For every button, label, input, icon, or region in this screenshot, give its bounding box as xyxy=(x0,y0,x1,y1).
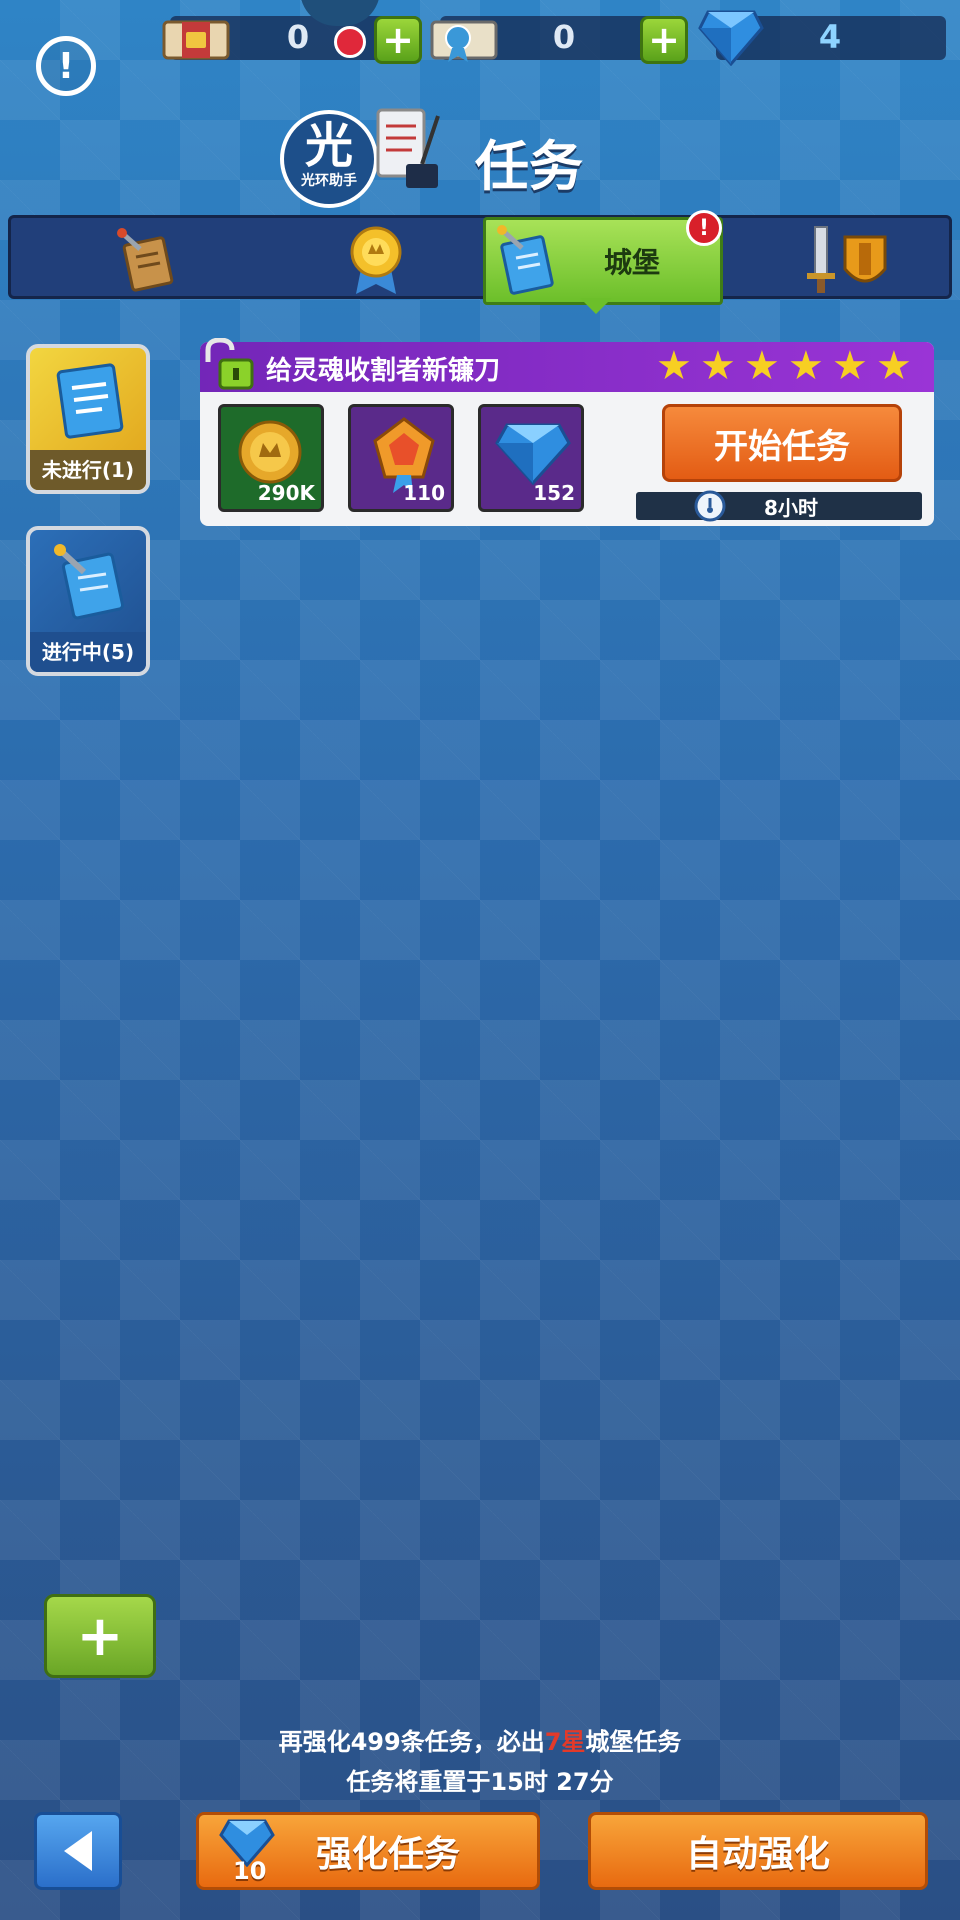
upgrade-prefix: 再强化499条任务，必出 xyxy=(278,1728,545,1756)
castle-quest-icon xyxy=(54,544,125,620)
quest-scroll-icon xyxy=(117,228,174,292)
watermark-logo: 光 光环助手 xyxy=(280,110,378,208)
diamond-icon xyxy=(495,423,571,486)
unlock-icon xyxy=(205,338,254,390)
tab-achievement-quests[interactable] xyxy=(301,218,451,302)
medal-count: 0 xyxy=(552,18,576,56)
gem-count: 4 xyxy=(818,18,842,56)
castle-quest-icon xyxy=(497,225,554,295)
clock-icon xyxy=(694,490,726,522)
upgrade-suffix: 城堡任务 xyxy=(585,1728,682,1756)
reward-medal-amount: 110 xyxy=(403,481,445,505)
ticket-count: 0 xyxy=(286,18,310,56)
medal-icon xyxy=(350,226,402,294)
back-arrow-icon xyxy=(64,1831,92,1871)
scroll-medal-icon xyxy=(428,14,500,70)
back-button[interactable] xyxy=(34,1812,122,1890)
ticket-icon xyxy=(160,14,232,70)
star-icon: ★ xyxy=(832,343,868,389)
tab-equipment-quests[interactable] xyxy=(771,218,921,302)
filter-not-started-button[interactable]: 未进行(1) xyxy=(26,344,150,494)
filter-in-progress-button[interactable]: 进行中(5) xyxy=(26,526,150,676)
star-icon: ★ xyxy=(876,343,912,389)
add-ticket-button[interactable]: + xyxy=(374,16,422,64)
star-icon: ★ xyxy=(788,343,824,389)
quest-scroll-icon xyxy=(372,102,442,198)
enhance-quests-button[interactable]: 10 强化任务 xyxy=(196,1812,540,1890)
add-medal-button[interactable]: + xyxy=(640,16,688,64)
add-quest-slot-button[interactable]: + xyxy=(44,1594,156,1678)
start-quest-button[interactable]: 开始任务 xyxy=(662,404,902,482)
quest-card-header: 给灵魂收割者新镰刀 ★ ★ ★ ★ ★ ★ xyxy=(200,338,934,392)
star-icon: ★ xyxy=(700,343,736,389)
reward-medal[interactable]: 110 xyxy=(348,404,454,512)
category-tabs: 城堡 ! xyxy=(8,210,952,305)
tab-castle-label: 城堡 xyxy=(603,246,660,279)
active-tab-pointer xyxy=(580,298,612,314)
tab-general-quests[interactable] xyxy=(71,218,221,302)
reward-diamond[interactable]: 152 xyxy=(478,404,584,512)
info-alert-button[interactable]: ! xyxy=(36,36,96,96)
quest-duration: 8小时 xyxy=(636,490,922,522)
sword-shield-icon xyxy=(807,226,887,293)
quest-card[interactable]: 给灵魂收割者新镰刀 ★★★★★★ 290K 110 152 开始任务 xyxy=(200,338,934,526)
upgrade-guarantee-text: 再强化499条任务，必出7星城堡任务 xyxy=(0,1722,960,1757)
reward-gold-amount: 290K xyxy=(257,481,315,505)
filter-not-started-label: 未进行(1) xyxy=(30,450,146,490)
enhance-cost: 10 xyxy=(233,1857,267,1885)
star-icon: ★ xyxy=(656,343,692,389)
quest-title: 给灵魂收割者新镰刀 xyxy=(266,356,501,386)
reset-timer-text: 任务将重置于15时 27分 xyxy=(346,1768,614,1796)
reward-gold[interactable]: 290K xyxy=(218,404,324,512)
enhance-label: 强化任务 xyxy=(315,1834,460,1875)
quest-duration-text: 8小时 xyxy=(764,495,818,520)
upgrade-star-highlight: 7星 xyxy=(544,1728,586,1756)
castle-tab-alert-badge: ! xyxy=(686,210,722,246)
auto-enhance-button[interactable]: 自动强化 xyxy=(588,1812,928,1890)
red-dot-icon xyxy=(334,26,366,58)
gem-icon xyxy=(698,8,764,70)
star-icon: ★ xyxy=(744,343,780,389)
document-icon xyxy=(56,363,124,439)
reward-diamond-amount: 152 xyxy=(533,481,575,505)
filter-in-progress-label: 进行中(5) xyxy=(30,632,146,672)
page-title: 任务 xyxy=(475,135,583,198)
gold-coin-icon xyxy=(238,420,302,484)
